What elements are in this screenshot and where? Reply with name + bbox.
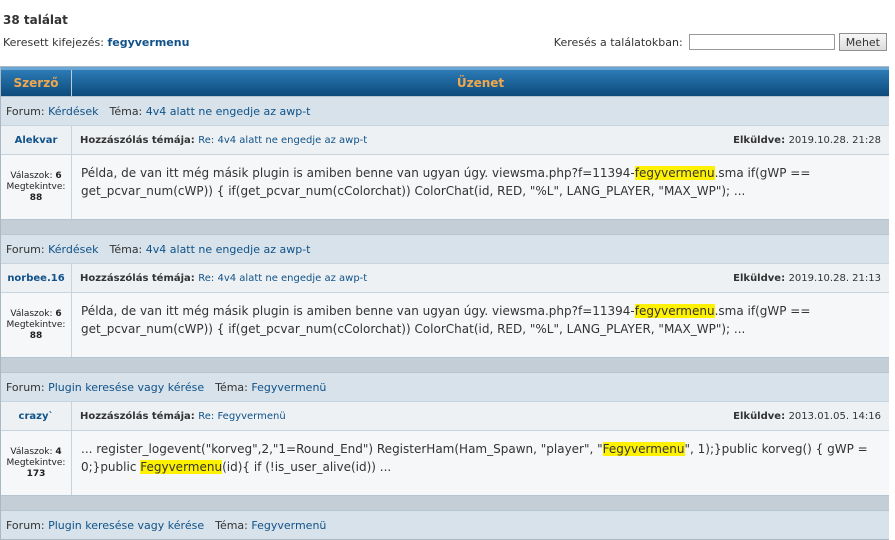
forum-row: Forum: Kérdések Téma: 4v4 alatt ne enged… bbox=[1, 96, 889, 125]
post-meta-row: norbee.16 Hozzászólás témája: Re: 4v4 al… bbox=[1, 263, 889, 292]
topic-link[interactable]: 4v4 alatt ne engedje az awp-t bbox=[146, 243, 311, 256]
searched-expression: Keresett kifejezés: fegyvermenu bbox=[3, 36, 190, 49]
search-highlight: fegyvermenu bbox=[634, 304, 715, 318]
author-link[interactable]: Alekvar bbox=[15, 135, 58, 146]
post-body-row: Válaszok: 4 Megtekintve: 173 ... registe… bbox=[1, 430, 889, 495]
post-meta-row: Alekvar Hozzászólás témája: Re: 4v4 alat… bbox=[1, 125, 889, 154]
post-body-row: Válaszok: 6 Megtekintve: 88 Példa, de va… bbox=[1, 292, 889, 357]
row-separator bbox=[1, 219, 889, 234]
post-body-row: Válaszok: 6 Megtekintve: 88 Példa, de va… bbox=[1, 154, 889, 219]
topic-link[interactable]: 4v4 alatt ne engedje az awp-t bbox=[146, 105, 311, 118]
forum-link[interactable]: Plugin keresése vagy kérése bbox=[48, 381, 204, 394]
post-stats: Válaszok: 4 Megtekintve: 173 bbox=[1, 431, 72, 495]
search-highlight: Fegyvermenu bbox=[602, 442, 685, 456]
result-count: 38 találat bbox=[3, 13, 68, 27]
searched-term[interactable]: fegyvermenu bbox=[107, 36, 189, 49]
post-excerpt: Példa, de van itt még másik plugin is am… bbox=[81, 304, 811, 336]
search-in-results: Keresés a találatokban: Mehet bbox=[554, 33, 887, 51]
forum-link[interactable]: Kérdések bbox=[48, 243, 98, 256]
post-excerpt: ... register_logevent("korveg",2,"1=Roun… bbox=[81, 442, 868, 474]
table-header: Szerző Üzenet bbox=[1, 67, 889, 96]
post-subject-link[interactable]: Re: 4v4 alatt ne engedje az awp-t bbox=[198, 135, 367, 146]
topic-link[interactable]: Fegyvermenü bbox=[251, 519, 326, 532]
row-separator bbox=[1, 495, 889, 510]
author-link[interactable]: norbee.16 bbox=[7, 273, 64, 284]
topic-link[interactable]: Fegyvermenü bbox=[251, 381, 326, 394]
row-separator bbox=[1, 357, 889, 372]
post-date: Elküldve: 2013.01.05. 14:16 bbox=[733, 410, 881, 422]
search-highlight: fegyvermenu bbox=[634, 166, 715, 180]
results-table: Szerző Üzenet Forum: Kérdések Téma: 4v4 … bbox=[0, 66, 889, 540]
post-subject-link[interactable]: Re: Fegyvermenü bbox=[198, 411, 285, 422]
post-meta-row: crazy` Hozzászólás témája: Re: Fegyverme… bbox=[1, 401, 889, 430]
forum-row: Forum: Plugin keresése vagy kérése Téma:… bbox=[1, 372, 889, 401]
post-stats: Válaszok: 6 Megtekintve: 88 bbox=[1, 155, 72, 219]
forum-link[interactable]: Kérdések bbox=[48, 105, 98, 118]
search-highlight: Fegyvermenu bbox=[140, 460, 223, 474]
column-message: Üzenet bbox=[456, 76, 505, 90]
search-go-button[interactable]: Mehet bbox=[838, 33, 887, 51]
post-subject-link[interactable]: Re: 4v4 alatt ne engedje az awp-t bbox=[198, 273, 367, 284]
forum-row: Forum: Kérdések Téma: 4v4 alatt ne enged… bbox=[1, 234, 889, 263]
post-date: Elküldve: 2019.10.28. 21:28 bbox=[733, 134, 881, 146]
results-header: 38 találat Keresett kifejezés: fegyverme… bbox=[0, 0, 895, 66]
post-stats: Válaszok: 6 Megtekintve: 88 bbox=[1, 293, 72, 357]
search-in-results-input[interactable] bbox=[688, 34, 835, 50]
post-date: Elküldve: 2019.10.28. 21:13 bbox=[733, 272, 881, 284]
post-excerpt: Példa, de van itt még másik plugin is am… bbox=[81, 166, 811, 198]
forum-link[interactable]: Plugin keresése vagy kérése bbox=[48, 519, 204, 532]
author-link[interactable]: crazy` bbox=[19, 411, 54, 422]
column-author: Szerző bbox=[1, 70, 72, 96]
search-in-label: Keresés a találatokban: bbox=[553, 35, 683, 49]
